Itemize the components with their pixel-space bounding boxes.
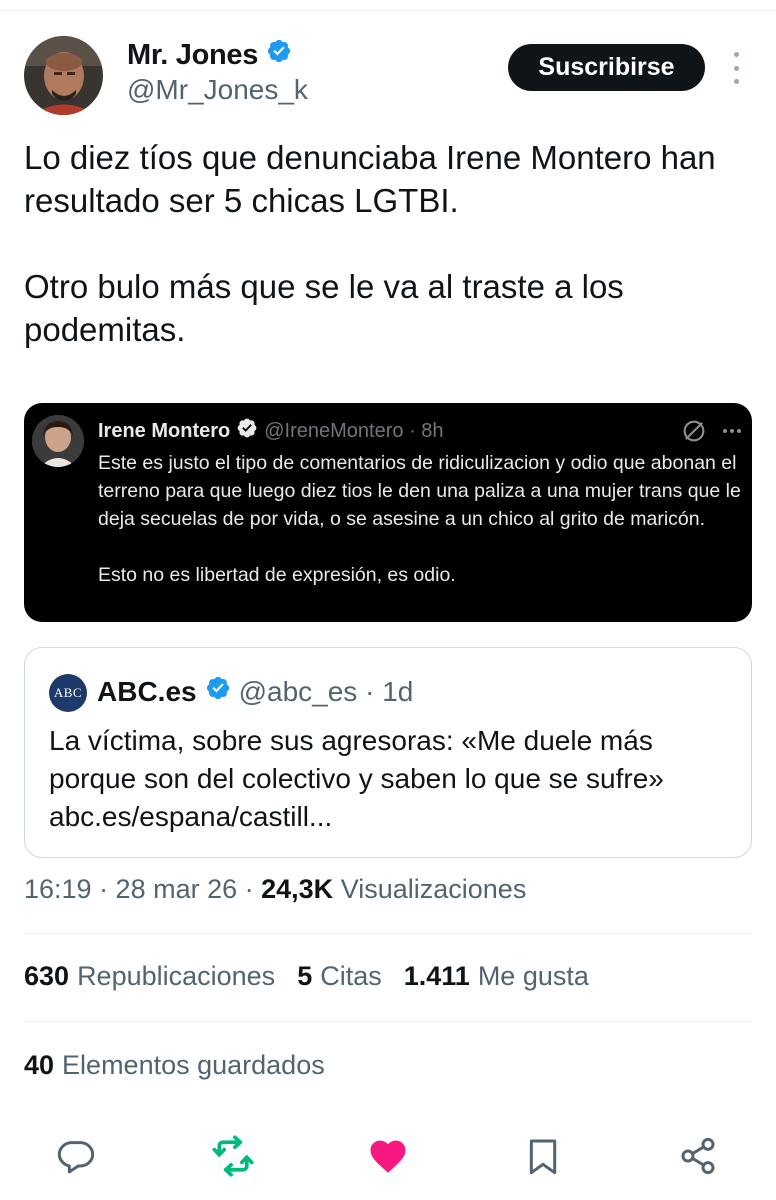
author-name[interactable]: Mr. Jones (127, 38, 292, 72)
bookmarks-stat[interactable]: 40 Elementos guardados (24, 1050, 325, 1081)
quoted-handle: @abc_es · 1d (238, 675, 414, 707)
quoted-text: La víctima, sobre sus agresoras: «Me due… (49, 725, 664, 832)
time-date[interactable]: 16:19 · 28 mar 26 · (24, 874, 261, 904)
like-icon[interactable] (366, 1134, 410, 1178)
author-handle[interactable]: @Mr_Jones_k (127, 74, 308, 106)
bookmarks-label: Elementos guardados (62, 1050, 325, 1080)
abc-logo: ABC (49, 674, 87, 712)
embedded-verified-icon (236, 417, 258, 445)
quoted-name: ABC.es (97, 675, 197, 707)
tweet-paragraph: Otro bulo más que se le va al traste a l… (24, 268, 624, 348)
embedded-handle: @IreneMontero · 8h (264, 419, 444, 442)
quoted-header: ABC.es @abc_es · 1d (97, 675, 413, 708)
embedded-name: Irene Montero (98, 419, 231, 442)
views-label: Visualizaciones (340, 874, 527, 904)
tweet-meta: 16:19 · 28 mar 26 · 24,3K Visualizacione… (24, 874, 526, 905)
tweet-paragraph: Lo diez tíos que denunciaba Irene Monter… (24, 139, 716, 219)
quoted-verified-icon (205, 675, 231, 708)
embedded-header: Irene Montero @IreneMontero · 8h (98, 417, 444, 445)
attached-image[interactable]: Irene Montero @IreneMontero · 8h Este es… (24, 403, 752, 622)
likes-stat[interactable]: 1.411 Me gusta (404, 961, 589, 992)
bookmark-icon[interactable] (521, 1134, 565, 1178)
embedded-avatar (32, 415, 84, 467)
repost-icon[interactable] (211, 1134, 255, 1178)
top-divider (0, 10, 776, 11)
quoted-tweet-card[interactable]: ABC ABC.es @abc_es · 1d La víctima, sobr… (24, 647, 752, 858)
divider (24, 1021, 752, 1022)
embedded-paragraph: Este es justo el tipo de comentarios de … (98, 452, 741, 530)
engagement-stats: 630 Republicaciones 5 Citas 1.411 Me gusta (24, 961, 589, 992)
tweet-text: Lo diez tíos que denunciaba Irene Monter… (24, 136, 754, 351)
embedded-icons (680, 417, 744, 445)
views-count: 24,3K (261, 874, 334, 904)
bookmarks-count: 40 (24, 1050, 55, 1080)
reply-icon[interactable] (54, 1134, 98, 1178)
share-icon[interactable] (676, 1134, 720, 1178)
embedded-paragraph: Esto no es libertad de expresión, es odi… (98, 564, 456, 586)
grok-icon (683, 420, 705, 442)
verified-badge-icon (266, 38, 292, 72)
subscribe-button[interactable]: Suscribirse (508, 44, 705, 91)
embedded-more-icon (723, 429, 741, 433)
more-options-icon[interactable] (726, 52, 746, 84)
quotes-stat[interactable]: 5 Citas (297, 961, 382, 992)
reposts-stat[interactable]: 630 Republicaciones (24, 961, 275, 992)
author-avatar[interactable] (24, 36, 103, 115)
author-name-text[interactable]: Mr. Jones (127, 39, 258, 72)
divider (24, 933, 752, 934)
embedded-body: Este es justo el tipo de comentarios de … (98, 449, 748, 589)
